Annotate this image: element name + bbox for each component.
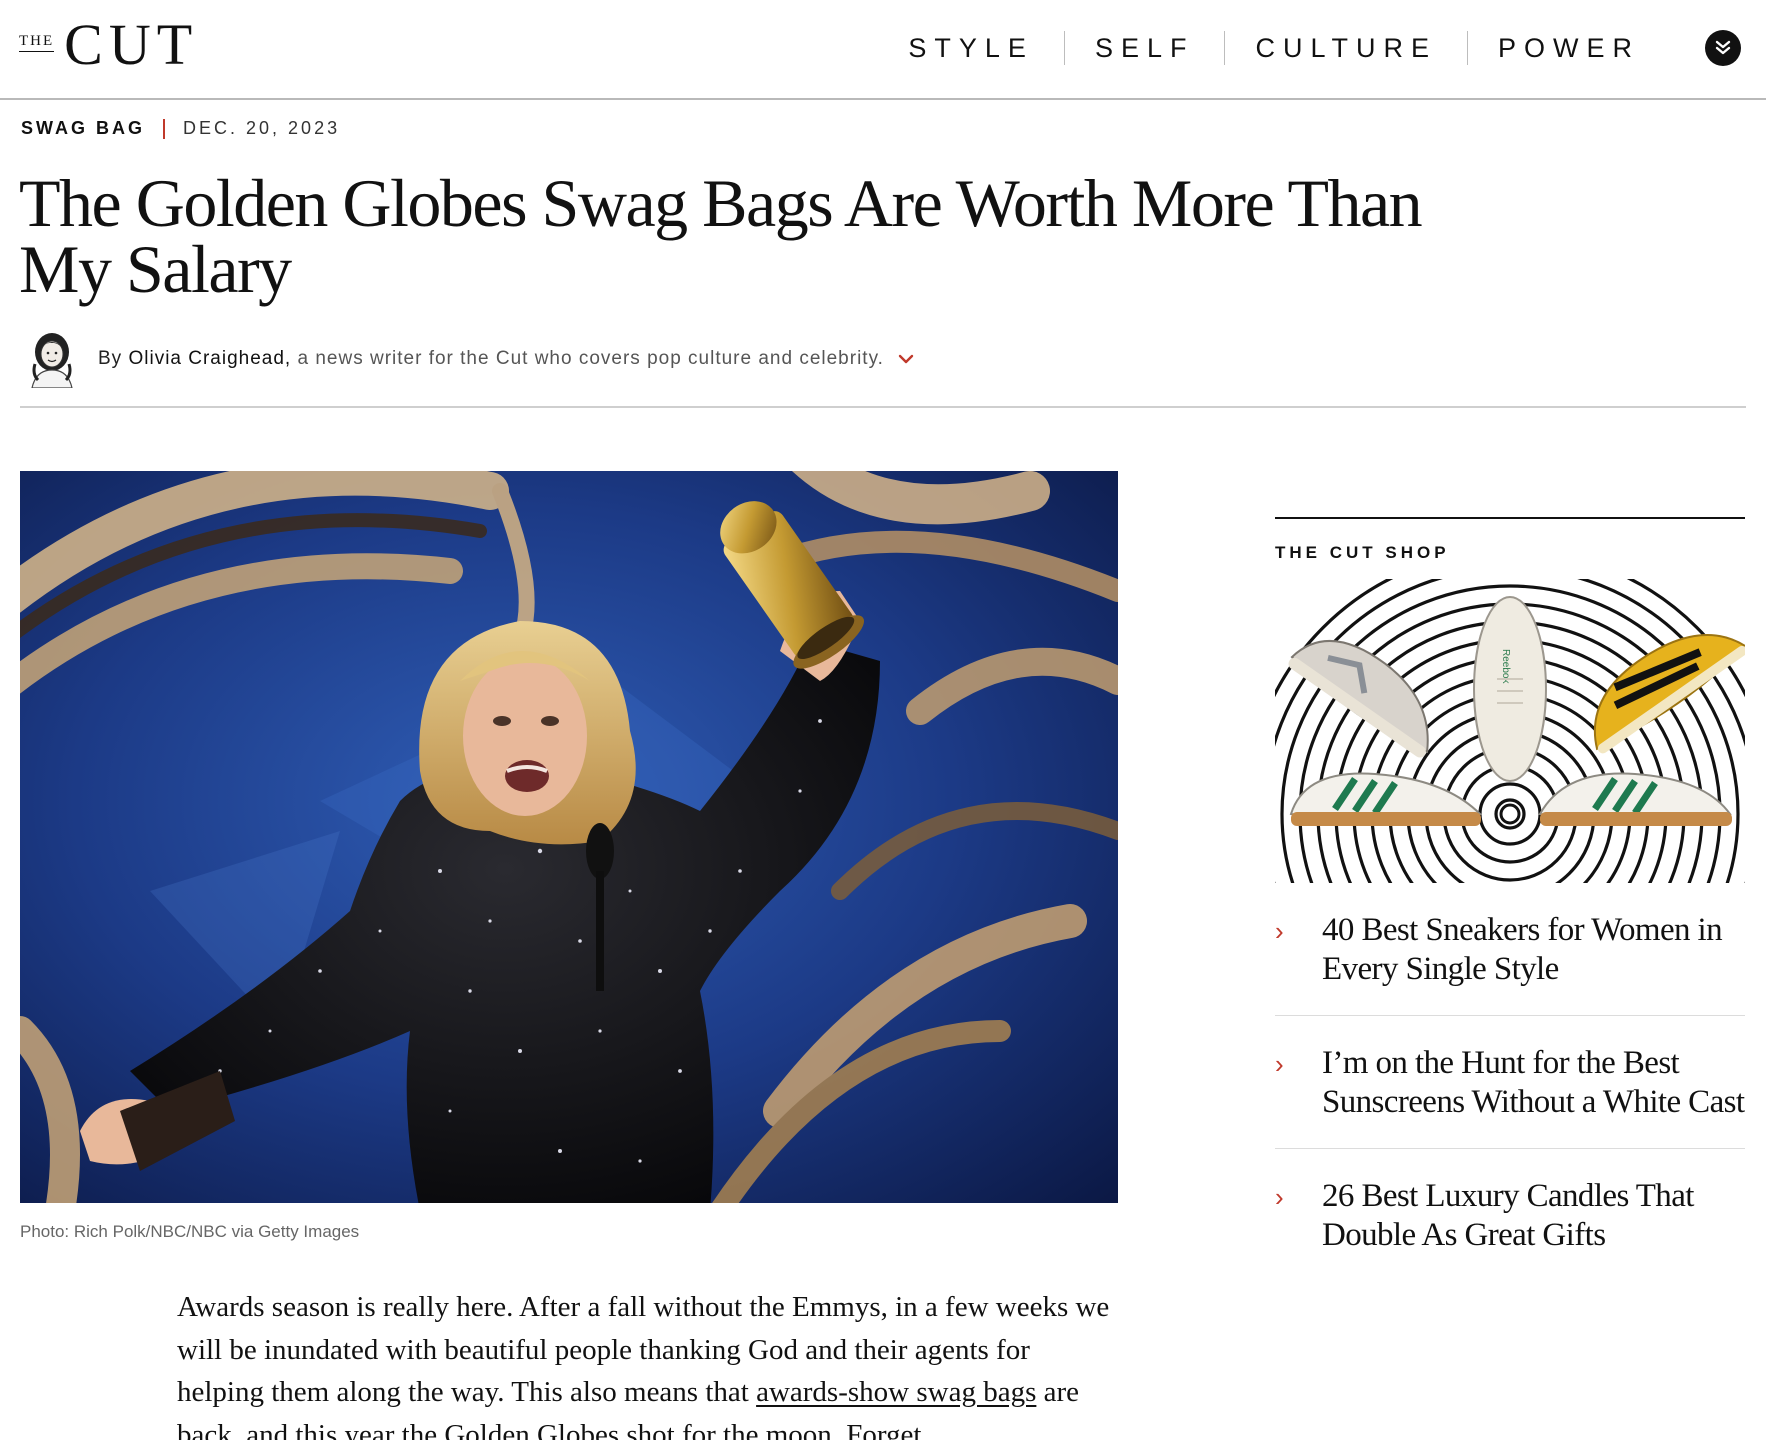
shop-title: THE CUT SHOP [1275,543,1450,562]
byline-prefix: By [98,348,123,369]
chevron-right-icon: › [1275,916,1284,946]
nav-style[interactable]: STYLE [878,30,1064,66]
list-item: › I’m on the Hunt for the Best Sunscreen… [1275,1016,1745,1149]
list-item: › 26 Best Luxury Candles That Double As … [1275,1149,1745,1281]
chevron-down-icon[interactable] [898,353,914,365]
author-link[interactable]: Olivia Craighead, [128,348,291,369]
logo-the: THE [19,33,55,52]
shop-link-candles[interactable]: 26 Best Luxury Candles That Double As Gr… [1322,1177,1745,1255]
rubric-tag[interactable]: SWAG BAG [21,118,145,139]
article-body: Awards season is really here. After a fa… [177,1286,1117,1440]
swag-bags-link[interactable]: awards-show swag bags [756,1376,1036,1408]
nav-culture[interactable]: CULTURE [1225,30,1467,66]
chevron-right-icon: › [1275,1049,1284,1079]
byline-text: By Olivia Craighead, a news writer for t… [98,348,884,370]
shop-link-sneakers[interactable]: 40 Best Sneakers for Women in Every Sing… [1322,911,1745,989]
chevron-right-icon: › [1275,1182,1284,1212]
shop-links: › 40 Best Sneakers for Women in Every Si… [1275,883,1745,1281]
double-chevron-down-icon [1715,40,1731,55]
rubric-divider [163,118,166,139]
shop-link-sunscreens[interactable]: I’m on the Hunt for the Best Sunscreens … [1322,1044,1745,1122]
nav-self[interactable]: SELF [1065,30,1225,66]
main-nav: STYLE SELF CULTURE POWER [878,30,1670,66]
byline: By Olivia Craighead, a news writer for t… [26,330,914,388]
list-item: › 40 Best Sneakers for Women in Every Si… [1275,883,1745,1016]
logo-cut: CUT [64,12,199,77]
sneakers-promo-image[interactable]: Reebok [1275,579,1745,883]
the-cut-logo[interactable]: THE CUT [19,14,198,74]
cut-shop-module: THE CUT SHOP Reebok › 40 Best Sneakers f… [1275,517,1745,1281]
nav-power[interactable]: POWER [1468,30,1670,66]
author-avatar [31,333,73,388]
byline-divider [20,406,1746,408]
article-rubric: SWAG BAG DEC. 20, 2023 [21,118,340,139]
publish-date: DEC. 20, 2023 [183,118,341,138]
photo-caption: Photo: Rich Polk/NBC/NBC via Getty Image… [20,1222,360,1241]
golden-globes-stage-photo [20,471,1118,1203]
article-headline: The Golden Globes Swag Bags Are Worth Mo… [19,165,1423,307]
menu-button[interactable] [1705,30,1741,66]
article-photo [20,471,1118,1203]
site-header: THE CUT STYLE SELF CULTURE POWER [0,0,1766,100]
author-bio: a news writer for the Cut who covers pop… [297,348,884,369]
